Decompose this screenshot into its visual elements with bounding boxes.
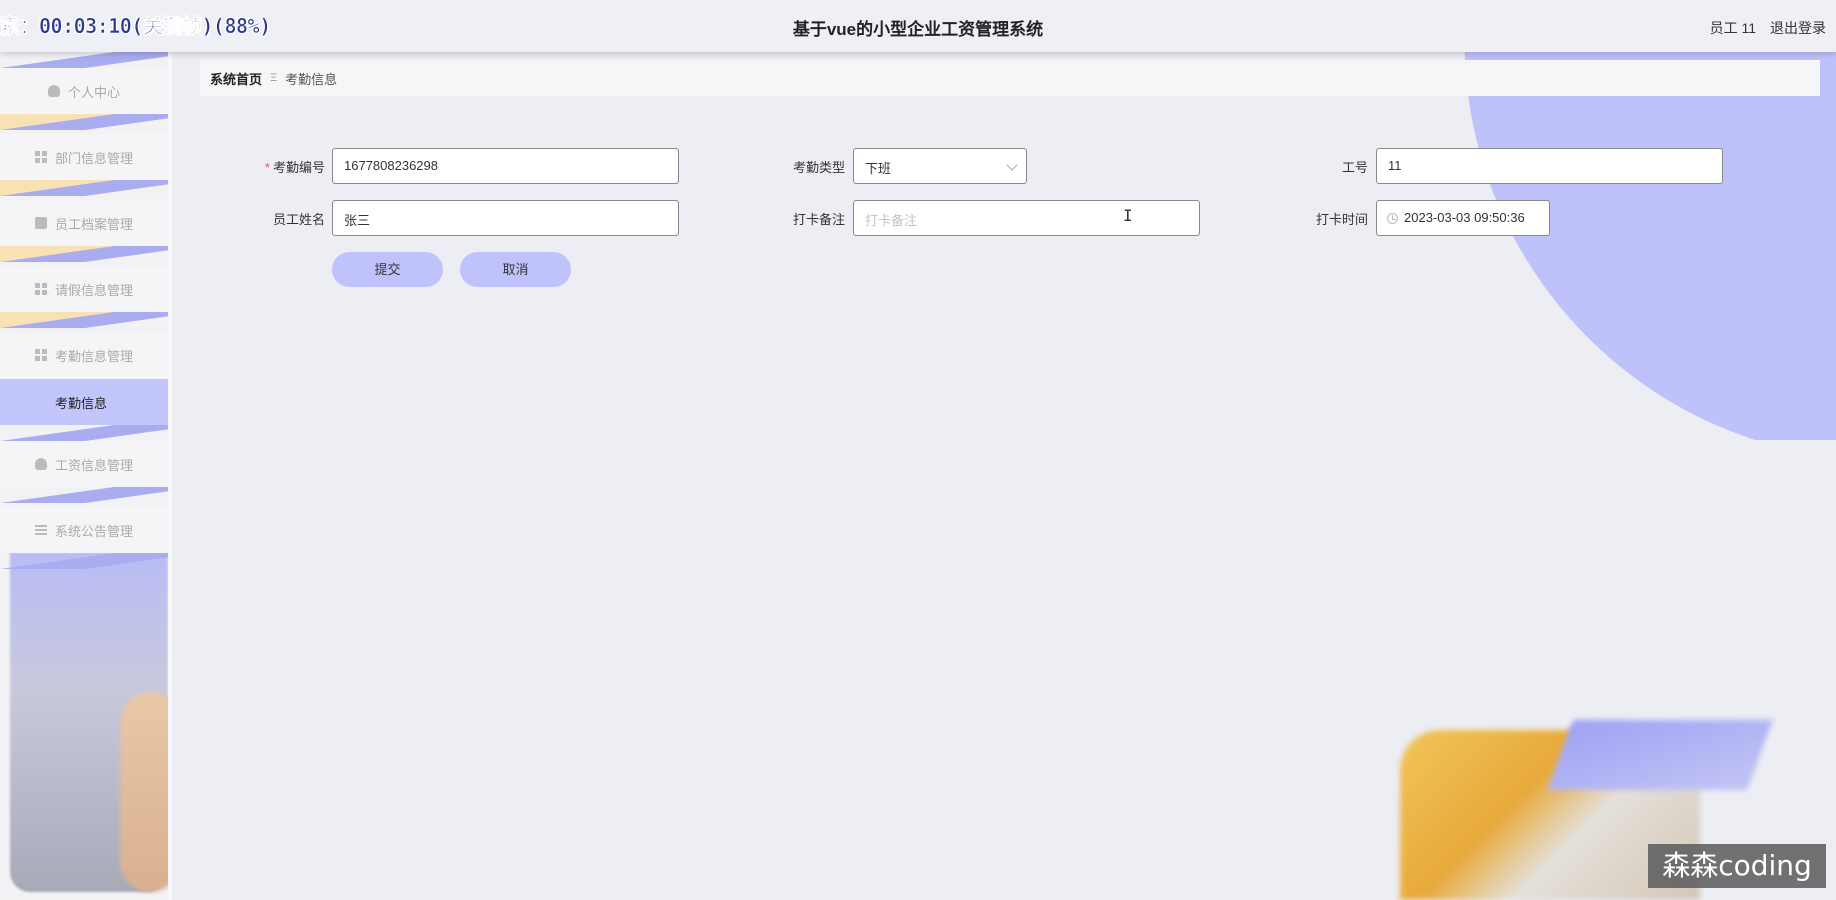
- top-header: 基于vue的小型企业工资管理系统 员工 11 退出登录: [0, 0, 1836, 52]
- sidebar-item-salary[interactable]: 工资信息管理: [0, 441, 168, 487]
- grid-icon: [34, 349, 47, 361]
- form-row: * 考勤编号 1677808236298 考勤类型 下班 工号 11: [200, 148, 1760, 184]
- punch-note-input[interactable]: 打卡备注: [853, 200, 1200, 236]
- breadcrumb-current: 考勤信息: [285, 71, 338, 87]
- sidebar-item-announcements[interactable]: 系统公告管理: [0, 507, 168, 553]
- app-title: 基于vue的小型企业工资管理系统: [792, 20, 1044, 39]
- sidebar-item-label: 请假信息管理: [54, 282, 133, 298]
- menu-divider: [0, 180, 168, 196]
- employee-no-field: 工号 11: [1310, 148, 1790, 184]
- employee-name-field: 员工姓名 张三: [200, 200, 680, 236]
- employee-no-label: 工号: [1341, 160, 1368, 175]
- punch-time-picker[interactable]: 2023-03-03 09:50:36: [1376, 200, 1550, 236]
- sidebar-item-employee-records[interactable]: 员工档案管理: [0, 200, 168, 246]
- form-row: 员工姓名 张三 打卡备注 打卡备注 I 打卡时间 2023-03-03 09:5…: [200, 200, 1760, 236]
- employee-name-input[interactable]: 张三: [332, 200, 679, 236]
- attendance-no-label: * 考勤编号: [264, 160, 325, 175]
- current-user-label: 员工 11: [1709, 20, 1757, 36]
- sidebar-item-label: 考勤信息管理: [54, 348, 133, 364]
- grid-icon: [34, 283, 47, 295]
- recording-overlay-text: 索：00:03:10(关键帧)(88%): [0, 14, 271, 39]
- menu-divider: [0, 425, 168, 441]
- punch-note-label: 打卡备注: [792, 212, 845, 227]
- sidebar-item-leave[interactable]: 请假信息管理: [0, 266, 168, 312]
- chevron-down-icon: [1006, 159, 1018, 171]
- clipboard-icon: [34, 217, 47, 229]
- menu-divider: [0, 246, 168, 262]
- sidebar-item-label: 员工档案管理: [54, 216, 133, 232]
- breadcrumb-separator: Ξ: [270, 72, 278, 84]
- background-cube-top-decoration: [1547, 720, 1773, 790]
- punch-note-field: 打卡备注 打卡备注 I: [770, 200, 1250, 236]
- sidebar-item-personal-center[interactable]: 个人中心: [0, 68, 168, 114]
- sidebar-item-label: 个人中心: [67, 84, 120, 100]
- sidebar-border: [168, 52, 172, 900]
- text-cursor-icon: I: [1123, 206, 1133, 225]
- punch-time-label: 打卡时间: [1315, 212, 1368, 227]
- sidebar-subitem-attendance-info[interactable]: 考勤信息: [0, 379, 168, 425]
- person-icon: [47, 85, 60, 97]
- sidebar-item-label: 部门信息管理: [54, 150, 133, 166]
- menu-divider: [0, 114, 168, 130]
- menu-divider: [0, 52, 168, 68]
- employee-no-input[interactable]: 11: [1376, 148, 1723, 184]
- attendance-type-select[interactable]: 下班: [853, 148, 1027, 184]
- breadcrumb-home[interactable]: 系统首页: [210, 69, 262, 88]
- menu-divider: [0, 553, 168, 569]
- sidebar-item-label: 工资信息管理: [54, 457, 133, 473]
- punch-time-value: 2023-03-03 09:50:36: [1404, 210, 1525, 225]
- user-area: 员工 11 退出登录: [1700, 18, 1826, 38]
- punch-time-field: 打卡时间 2023-03-03 09:50:36: [1310, 200, 1790, 236]
- clock-icon: [1387, 213, 1398, 224]
- attendance-no-input[interactable]: 1677808236298: [332, 148, 679, 184]
- grid-icon: [34, 151, 47, 163]
- breadcrumb: 系统首页 Ξ 考勤信息: [200, 60, 1820, 96]
- logout-button[interactable]: 退出登录: [1770, 20, 1826, 36]
- menu-divider: [0, 312, 168, 328]
- attendance-type-label: 考勤类型: [792, 160, 845, 175]
- attendance-no-field: * 考勤编号 1677808236298: [200, 148, 680, 184]
- sidebar: 个人中心 部门信息管理 员工档案管理 请假信息管理 考勤信息管理 考勤信息 工资…: [0, 52, 168, 900]
- watermark: 森森coding: [1648, 844, 1826, 888]
- employee-name-label: 员工姓名: [272, 212, 325, 227]
- person-icon: [34, 458, 47, 470]
- list-icon: [34, 524, 47, 536]
- sidebar-item-attendance[interactable]: 考勤信息管理: [0, 332, 168, 378]
- menu-divider: [0, 487, 168, 503]
- attendance-type-value: 下班: [865, 161, 892, 176]
- submit-button[interactable]: 提交: [332, 252, 443, 287]
- required-asterisk: *: [264, 160, 270, 175]
- sidebar-item-department[interactable]: 部门信息管理: [0, 134, 168, 180]
- cancel-button[interactable]: 取消: [460, 252, 571, 287]
- attendance-type-field: 考勤类型 下班: [770, 148, 1250, 184]
- sidebar-item-label: 系统公告管理: [54, 523, 133, 539]
- sidebar-decoration-2: [120, 692, 168, 892]
